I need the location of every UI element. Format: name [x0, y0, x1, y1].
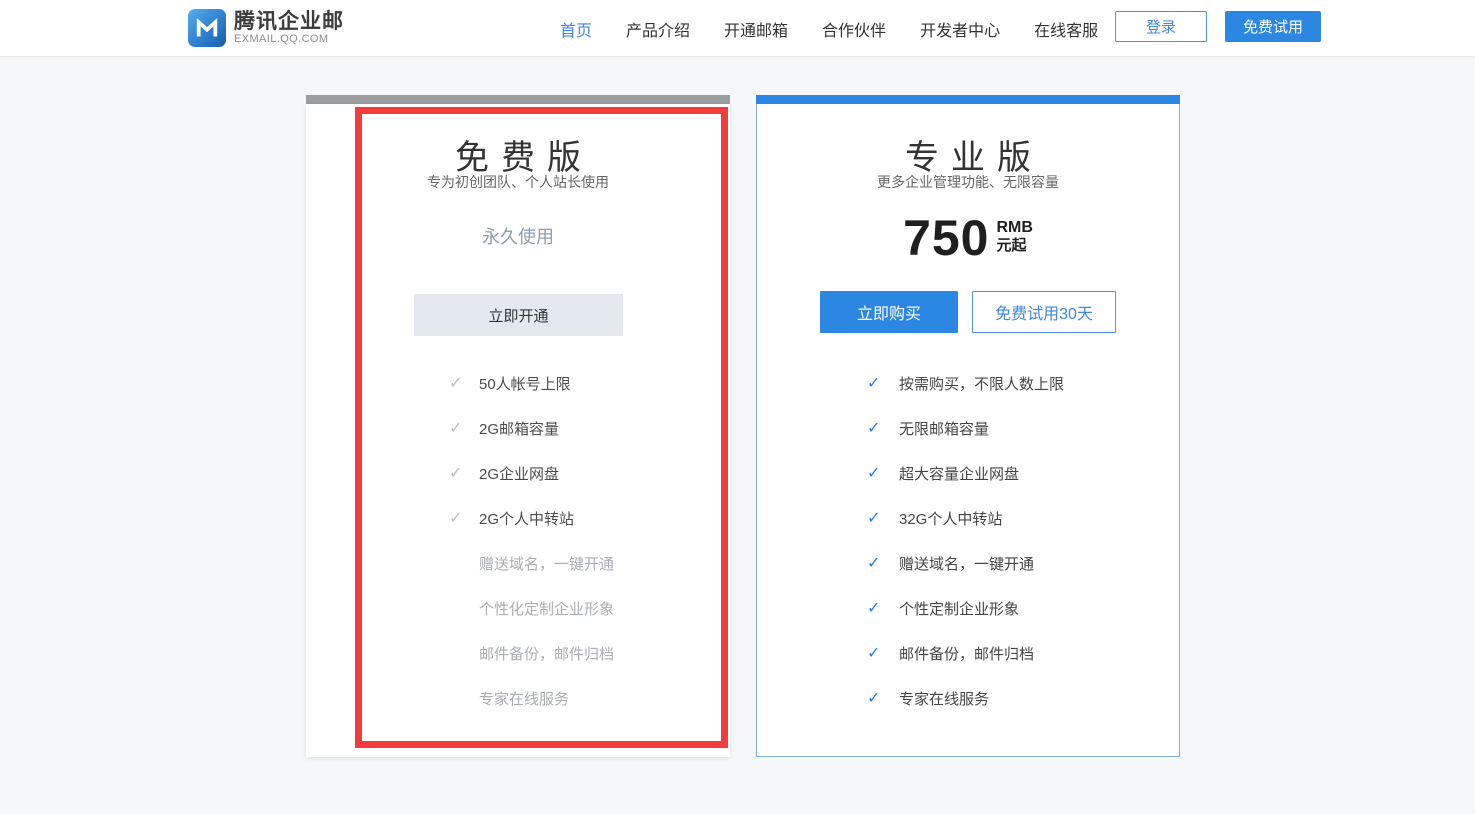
free-trial-button[interactable]: 免费试用	[1225, 11, 1321, 42]
pro-plan-subtitle: 更多企业管理功能、无限容量	[757, 172, 1179, 192]
exmail-logo[interactable]: 腾讯企业邮 EXMAIL.QQ.COM	[188, 9, 344, 47]
price-unit: 元起	[997, 237, 1033, 254]
logo-subtitle: EXMAIL.QQ.COM	[234, 33, 344, 46]
pro-plan-top-bar	[756, 95, 1180, 104]
feature-label: 无限邮箱容量	[899, 418, 989, 439]
feature-item: ✓ 按需购买，不限人数上限	[757, 361, 1179, 406]
check-icon: ✓	[449, 466, 465, 482]
feature-item: ✓ 专家在线服务	[757, 676, 1179, 721]
feature-item: ✓ 50人帐号上限	[306, 361, 730, 406]
pro-plan-price: 750 RMB 元起	[757, 212, 1179, 264]
feature-label: 50人帐号上限	[479, 373, 571, 394]
free-plan-top-bar	[306, 95, 730, 104]
feature-label: 超大容量企业网盘	[899, 463, 1019, 484]
check-icon: ✓	[867, 466, 883, 482]
feature-item-unavailable: 赠送域名，一键开通	[306, 541, 730, 586]
check-icon: ✓	[867, 601, 883, 617]
envelope-m-glyph	[192, 13, 222, 43]
check-icon: ✓	[867, 646, 883, 662]
feature-label: 邮件备份，邮件归档	[479, 643, 614, 664]
check-icon: ✓	[867, 421, 883, 437]
feature-label: 2G邮箱容量	[479, 418, 559, 439]
price-side: RMB 元起	[997, 219, 1033, 254]
feature-label: 专家在线服务	[479, 688, 569, 709]
feature-item: ✓ 邮件备份，邮件归档	[757, 631, 1179, 676]
feature-item-unavailable: 专家在线服务	[306, 676, 730, 721]
top-navigation-bar: 腾讯企业邮 EXMAIL.QQ.COM 首页 产品介绍 开通邮箱 合作伙伴 开发…	[0, 0, 1475, 57]
feature-item-unavailable: 个性化定制企业形象	[306, 586, 730, 631]
pro-plan-buttons: 立即购买 免费试用30天	[757, 291, 1179, 333]
feature-label: 邮件备份，邮件归档	[899, 643, 1034, 664]
logo-title: 腾讯企业邮	[234, 11, 344, 33]
feature-label: 按需购买，不限人数上限	[899, 373, 1064, 394]
feature-label: 2G个人中转站	[479, 508, 574, 529]
price-amount: 750	[903, 212, 989, 264]
feature-item: ✓ 2G企业网盘	[306, 451, 730, 496]
nav-item-online-service[interactable]: 在线客服	[1034, 17, 1098, 41]
feature-label: 个性化定制企业形象	[479, 598, 614, 619]
feature-item: ✓ 个性定制企业形象	[757, 586, 1179, 631]
pro-plan-card: 专业版 更多企业管理功能、无限容量 750 RMB 元起 立即购买 免费试用30…	[756, 95, 1180, 757]
feature-item: ✓ 无限邮箱容量	[757, 406, 1179, 451]
feature-item: ✓ 2G个人中转站	[306, 496, 730, 541]
feature-label: 个性定制企业形象	[899, 598, 1019, 619]
logo-text: 腾讯企业邮 EXMAIL.QQ.COM	[234, 11, 344, 46]
price-currency: RMB	[997, 219, 1033, 237]
pro-plan-feature-list: ✓ 按需购买，不限人数上限 ✓ 无限邮箱容量 ✓ 超大容量企业网盘 ✓ 32G个…	[757, 361, 1179, 721]
exmail-logo-icon	[188, 9, 226, 47]
check-icon: ✓	[449, 511, 465, 527]
feature-label: 32G个人中转站	[899, 508, 1002, 529]
free-plan-body: 免费版 专为初创团队、个人站长使用 永久使用 立即开通 ✓ 50人帐号上限 ✓ …	[306, 104, 730, 757]
main-nav: 首页 产品介绍 开通邮箱 合作伙伴 开发者中心 在线客服	[560, 0, 1098, 57]
auth-buttons: 登录 免费试用	[1115, 11, 1321, 42]
nav-item-developer-center[interactable]: 开发者中心	[920, 17, 1000, 41]
free-plan-feature-list: ✓ 50人帐号上限 ✓ 2G邮箱容量 ✓ 2G企业网盘 ✓ 2G个人中转站 赠送…	[306, 361, 730, 721]
free-plan-subtitle: 专为初创团队、个人站长使用	[306, 172, 730, 192]
feature-label: 专家在线服务	[899, 688, 989, 709]
check-icon: ✓	[867, 376, 883, 392]
nav-item-home[interactable]: 首页	[560, 17, 592, 41]
free-plan-card: 免费版 专为初创团队、个人站长使用 永久使用 立即开通 ✓ 50人帐号上限 ✓ …	[306, 95, 730, 757]
check-icon: ✓	[867, 556, 883, 572]
buy-now-button[interactable]: 立即购买	[820, 291, 958, 333]
trial-30-days-button[interactable]: 免费试用30天	[972, 291, 1116, 333]
feature-label: 赠送域名，一键开通	[899, 553, 1034, 574]
login-button[interactable]: 登录	[1115, 11, 1207, 42]
check-icon: ✓	[867, 691, 883, 707]
check-icon: ✓	[867, 511, 883, 527]
nav-item-partners[interactable]: 合作伙伴	[822, 17, 886, 41]
check-icon: ✓	[449, 421, 465, 437]
feature-item: ✓ 32G个人中转站	[757, 496, 1179, 541]
free-plan-price-text: 永久使用	[306, 223, 730, 249]
check-icon: ✓	[449, 376, 465, 392]
feature-item: ✓ 2G邮箱容量	[306, 406, 730, 451]
nav-item-product-intro[interactable]: 产品介绍	[626, 17, 690, 41]
feature-item: ✓ 超大容量企业网盘	[757, 451, 1179, 496]
activate-now-button[interactable]: 立即开通	[414, 294, 623, 336]
pro-plan-body: 专业版 更多企业管理功能、无限容量 750 RMB 元起 立即购买 免费试用30…	[756, 104, 1180, 757]
nav-item-open-mailbox[interactable]: 开通邮箱	[724, 17, 788, 41]
feature-label: 2G企业网盘	[479, 463, 559, 484]
feature-label: 赠送域名，一键开通	[479, 553, 614, 574]
feature-item: ✓ 赠送域名，一键开通	[757, 541, 1179, 586]
feature-item-unavailable: 邮件备份，邮件归档	[306, 631, 730, 676]
